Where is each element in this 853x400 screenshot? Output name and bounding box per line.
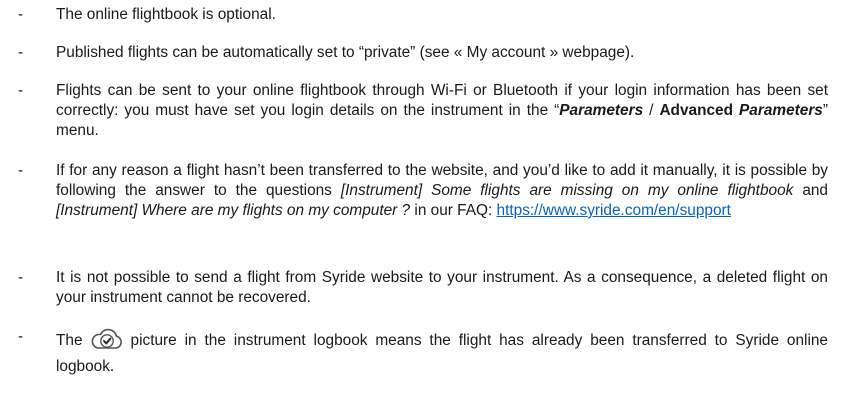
advanced-label: Advanced [659, 102, 733, 119]
bullet-dash: - [18, 44, 24, 61]
faq-question: [Instrument] Some flights are missing on… [340, 182, 794, 199]
parameters-menu-name: Parameters [559, 102, 644, 119]
item-text-part: in our FAQ: [410, 202, 497, 219]
item-text: Flights can be sent to your online fligh… [56, 81, 828, 141]
bullet-dash: - [18, 162, 24, 179]
bullet-dash: - [18, 328, 24, 345]
item-text: The picture in the instrument logbook mea… [56, 327, 828, 377]
item-text-part: and [793, 182, 828, 199]
cloud-check-icon [89, 327, 125, 357]
document-page: - The online flightbook is optional. - P… [0, 0, 853, 400]
item-text: Published flights can be automatically s… [56, 44, 635, 61]
item-text: It is not possible to send a flight from… [56, 269, 828, 306]
faq-question: [Instrument] Where are my flights on my … [56, 202, 411, 219]
faq-link[interactable]: https://www.syride.com/en/support [497, 202, 731, 219]
bullet-dash: - [18, 6, 24, 23]
bullet-dash: - [18, 269, 24, 286]
menu-separator: / [643, 102, 660, 119]
item-text-part: picture in the instrument logbook means … [56, 332, 828, 375]
item-text: The online flightbook is optional. [56, 6, 276, 23]
item-text-part: The [56, 332, 83, 349]
parameters-menu-name: Parameters [739, 102, 823, 119]
bullet-dash: - [18, 82, 24, 99]
item-text: If for any reason a flight hasn’t been t… [56, 161, 828, 221]
